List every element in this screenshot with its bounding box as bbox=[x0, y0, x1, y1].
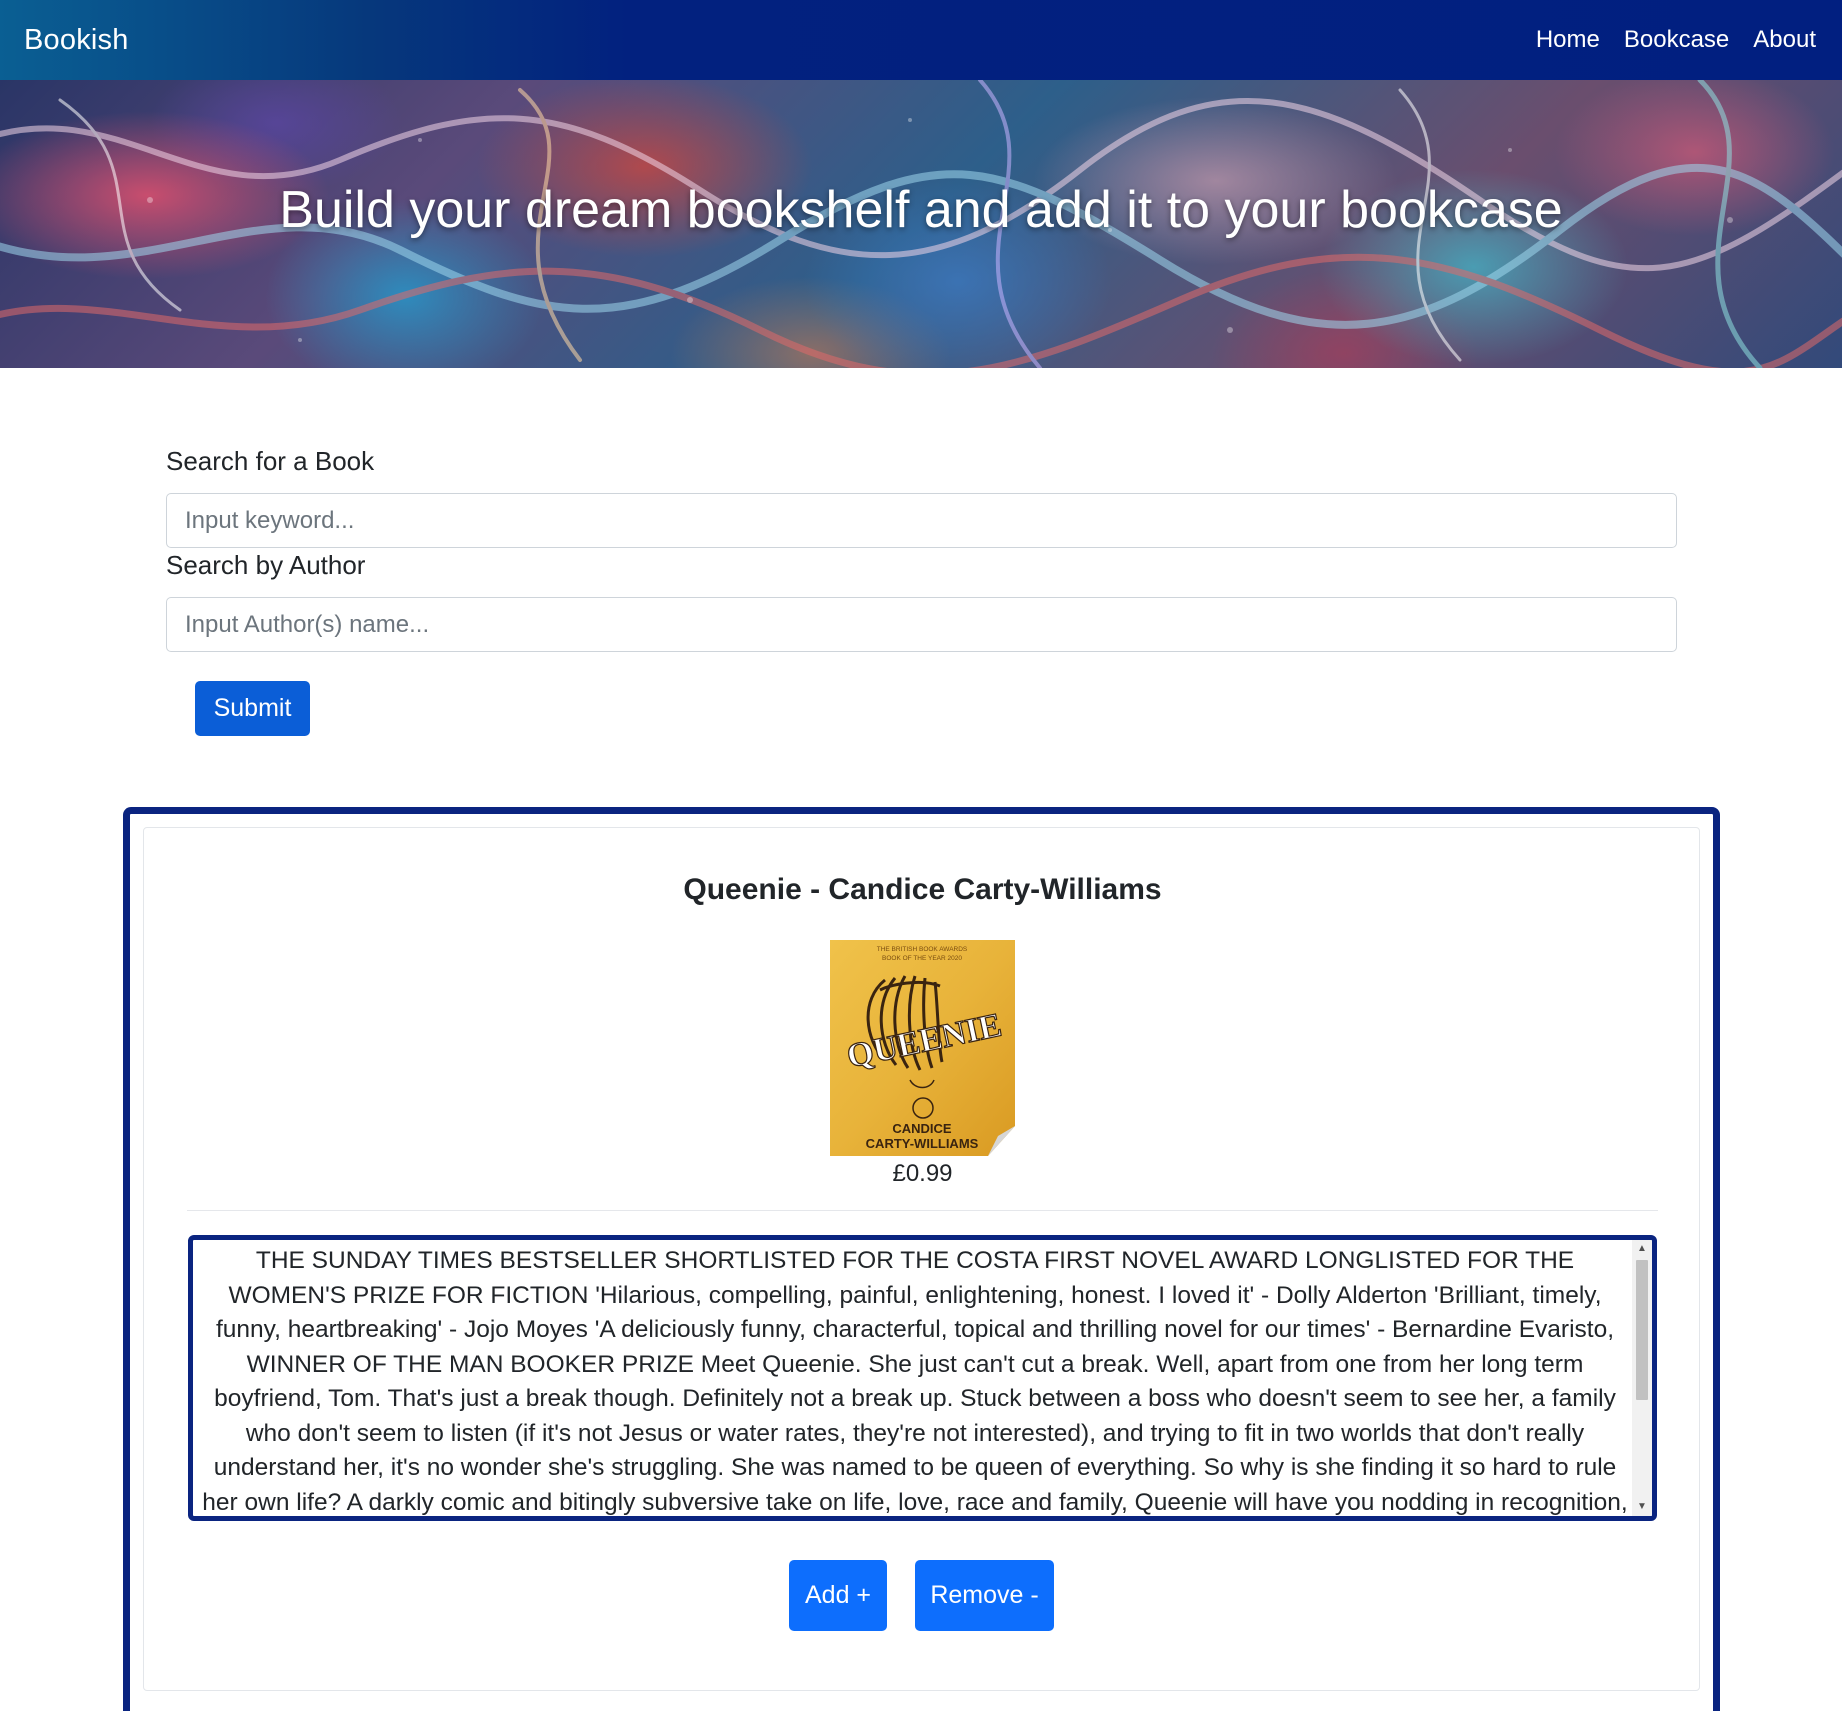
book-price: £0.99 bbox=[892, 1160, 953, 1187]
book-search-input[interactable] bbox=[166, 493, 1677, 548]
cover-author-line-1: CANDICE bbox=[892, 1121, 952, 1136]
nav-link-home[interactable]: Home bbox=[1536, 26, 1600, 54]
nav-link-about[interactable]: About bbox=[1753, 26, 1816, 54]
nav-link-bookcase[interactable]: Bookcase bbox=[1624, 26, 1729, 54]
remove-from-bookcase-button[interactable]: Remove - bbox=[915, 1560, 1054, 1631]
scroll-thumb[interactable] bbox=[1636, 1260, 1648, 1400]
cover-award-line-1: THE BRITISH BOOK AWARDS bbox=[877, 946, 968, 953]
book-description-text: THE SUNDAY TIMES BESTSELLER SHORTLISTED … bbox=[202, 1247, 1628, 1516]
book-title: Queenie - Candice Carty-Williams bbox=[683, 873, 1162, 906]
hero-banner: Build your dream bookshelf and add it to… bbox=[0, 80, 1842, 368]
navbar: Bookish Home Bookcase About bbox=[0, 0, 1842, 80]
hero-title: Build your dream bookshelf and add it to… bbox=[279, 181, 1563, 239]
cover-author-line-2: CARTY-WILLIAMS bbox=[866, 1136, 979, 1151]
card-divider bbox=[187, 1210, 1658, 1211]
description-scrollbar[interactable]: ▲ ▼ bbox=[1632, 1240, 1652, 1516]
book-description-box[interactable]: THE SUNDAY TIMES BESTSELLER SHORTLISTED … bbox=[188, 1235, 1657, 1521]
book-result-card: Queenie - Candice Carty-Williams THE BRI… bbox=[143, 827, 1700, 1691]
cover-award-line-2: BOOK OF THE YEAR 2020 bbox=[882, 955, 962, 962]
book-cover-image[interactable]: THE BRITISH BOOK AWARDS BOOK OF THE YEAR… bbox=[830, 940, 1015, 1156]
scroll-down-arrow-icon[interactable]: ▼ bbox=[1632, 1498, 1652, 1516]
author-search-label: Search by Author bbox=[166, 550, 366, 580]
author-search-input[interactable] bbox=[166, 597, 1677, 652]
book-search-label: Search for a Book bbox=[166, 446, 375, 476]
add-to-bookcase-button[interactable]: Add + bbox=[789, 1560, 887, 1631]
scroll-up-arrow-icon[interactable]: ▲ bbox=[1632, 1240, 1652, 1258]
submit-button[interactable]: Submit bbox=[195, 681, 310, 736]
nav-links: Home Bookcase About bbox=[1536, 26, 1816, 54]
brand-logo[interactable]: Bookish bbox=[24, 24, 129, 57]
